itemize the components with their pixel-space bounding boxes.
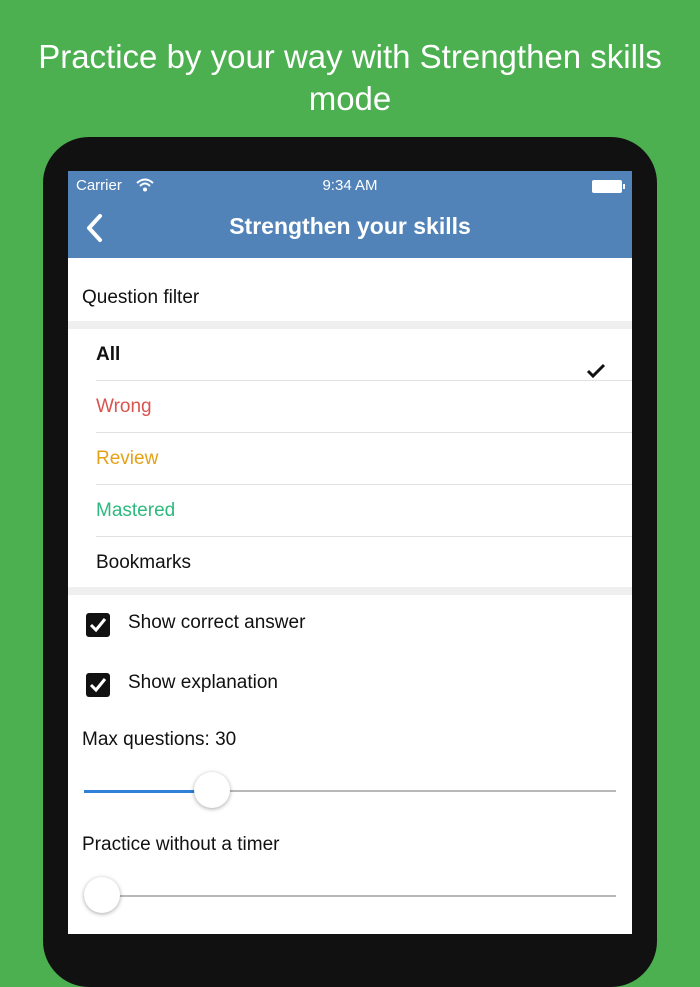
filter-option-all[interactable]: All [96,329,632,381]
filter-option-mastered[interactable]: Mastered [96,485,632,537]
page-title: Strengthen your skills [229,213,471,239]
max-questions-slider[interactable] [84,771,616,811]
slider-fill [84,790,212,793]
section-divider [68,321,632,329]
filter-option-wrong[interactable]: Wrong [96,381,632,433]
section-divider [68,587,632,595]
navigation-bar: Carrier 9:34 AM Strengthen your skills [68,171,632,258]
battery-icon [592,180,625,193]
promo-headline: Practice by your way with Strengthen ski… [38,38,662,117]
checkmark-icon [89,618,107,633]
question-filter-title: Question filter [82,287,200,308]
filter-option-bookmarks[interactable]: Bookmarks [96,537,632,588]
filter-option-label: Wrong [96,396,152,417]
checkbox-label: Show correct answer [128,612,306,633]
filter-option-label: Mastered [96,500,176,521]
clock: 9:34 AM [322,177,378,194]
timer-slider[interactable] [84,876,616,916]
filter-option-label: Review [96,448,159,469]
filter-option-review[interactable]: Review [96,433,632,485]
max-questions-label: Max questions: 30 [82,729,237,750]
slider-thumb[interactable] [84,877,120,913]
filter-option-label: Bookmarks [96,552,192,573]
slider-thumb[interactable] [193,772,230,808]
filter-option-label: All [96,344,121,365]
checkbox[interactable] [86,613,110,637]
slider-track [84,895,616,897]
app-screen: Carrier 9:34 AM Strengthen your skills Q… [68,171,632,934]
checkbox-label: Show explanation [128,672,278,693]
checkmark-icon [89,678,107,693]
checkbox[interactable] [86,673,110,697]
timer-label: Practice without a timer [82,834,280,855]
